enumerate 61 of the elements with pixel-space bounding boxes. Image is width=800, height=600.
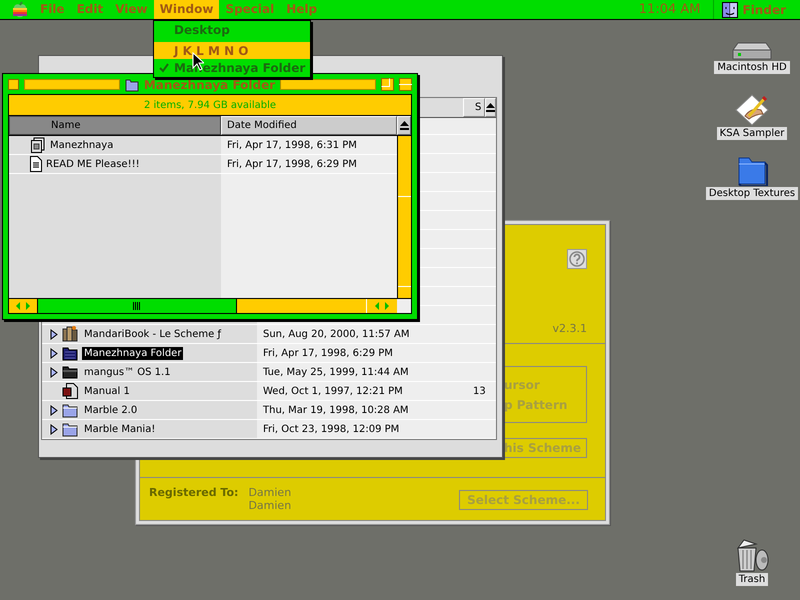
scroll-arrows[interactable] [9,299,38,313]
desktop-icon-label[interactable]: Desktop Textures [706,187,798,200]
sort-icon [486,103,495,112]
folder-icon [62,345,78,361]
size-cell-text: 13 [472,386,486,396]
window-title: Manezhnaya Folder [144,78,276,92]
help-button[interactable] [567,249,587,269]
apple-icon[interactable] [12,1,28,18]
registered-name: Damien [248,486,292,499]
document-icon [62,383,78,399]
disclosure-triangle-icon[interactable] [50,404,58,416]
disclosure-triangle-icon[interactable] [50,328,58,340]
date-cell-text: Fri, Apr 17, 1998, 6:29 PM [226,158,357,170]
date-cell-text: Sun, Aug 20, 2000, 11:57 AM [262,328,410,340]
date-cell-text: Fri, Apr 17, 1998, 6:29 PM [262,348,394,358]
grip-icon [133,302,141,310]
trash-can-icon [734,538,770,572]
folder-icon [62,365,78,379]
scroll-thumb[interactable] [38,299,237,313]
disclosure-triangle-icon[interactable] [50,366,58,378]
left-right-arrows-icon [374,301,390,311]
disclosure-triangle-icon[interactable] [50,348,58,358]
date-cell-text: Thu, Mar 19, 1998, 10:28 AM [262,404,410,416]
file-name[interactable]: MandariBook - Le Scheme ƒ [82,328,223,340]
column-header[interactable]: S [463,98,485,117]
file-name[interactable]: Manezhnaya [50,140,114,150]
date-cell-text: Fri, Oct 23, 1998, 12:09 PM [262,424,400,434]
date-cell-text: Fri, Apr 17, 1998, 6:31 PM [226,140,357,150]
option-label: ursor [504,378,541,392]
pencil-paper-icon [735,94,769,126]
file-name[interactable]: Manual 1 [82,384,132,398]
file-name[interactable]: Manezhnaya Folder [82,346,184,360]
registered-label: Registered To: [149,486,238,501]
file-name[interactable]: Marble 2.0 [82,404,140,416]
sort-order-button[interactable] [397,116,411,135]
column-header[interactable]: Date Modified [221,116,397,135]
info-bar: 2 items, 7.94 GB available [9,95,411,116]
option-label: p Pattern [504,398,568,412]
collapse-box-icon[interactable] [399,78,412,91]
left-right-arrows-icon [15,301,31,311]
menu-item[interactable]: Desktop [154,21,310,38]
sort-order-button[interactable] [485,98,496,117]
desktop-icon-label[interactable]: KSA Sampler [716,127,788,140]
zoom-box-icon[interactable] [381,78,394,91]
version-label: v2.3.1 [552,322,587,335]
desktop-icon-label[interactable]: Macintosh HD [714,61,790,74]
sort-icon [400,121,408,130]
folder-icon [124,78,139,92]
help-icon [569,251,585,267]
date-cell-text: Tue, May 25, 1999, 11:44 AM [262,366,410,378]
file-name[interactable]: mangus™ OS 1.1 [82,366,173,378]
column-header[interactable]: Name [9,116,221,135]
face-icon[interactable] [722,2,738,18]
books-icon [62,326,78,342]
registered-name: Damien [248,499,292,512]
date-cell-text: Wed, Oct 1, 1997, 12:21 PM [262,386,404,396]
desktop-icon-label[interactable]: Trash [736,573,768,586]
file-name[interactable]: Marble Mania! [82,422,158,436]
close-box[interactable] [8,79,19,90]
disclosure-triangle-icon[interactable] [50,424,58,434]
file-name[interactable]: READ ME Please!!! [46,158,140,170]
